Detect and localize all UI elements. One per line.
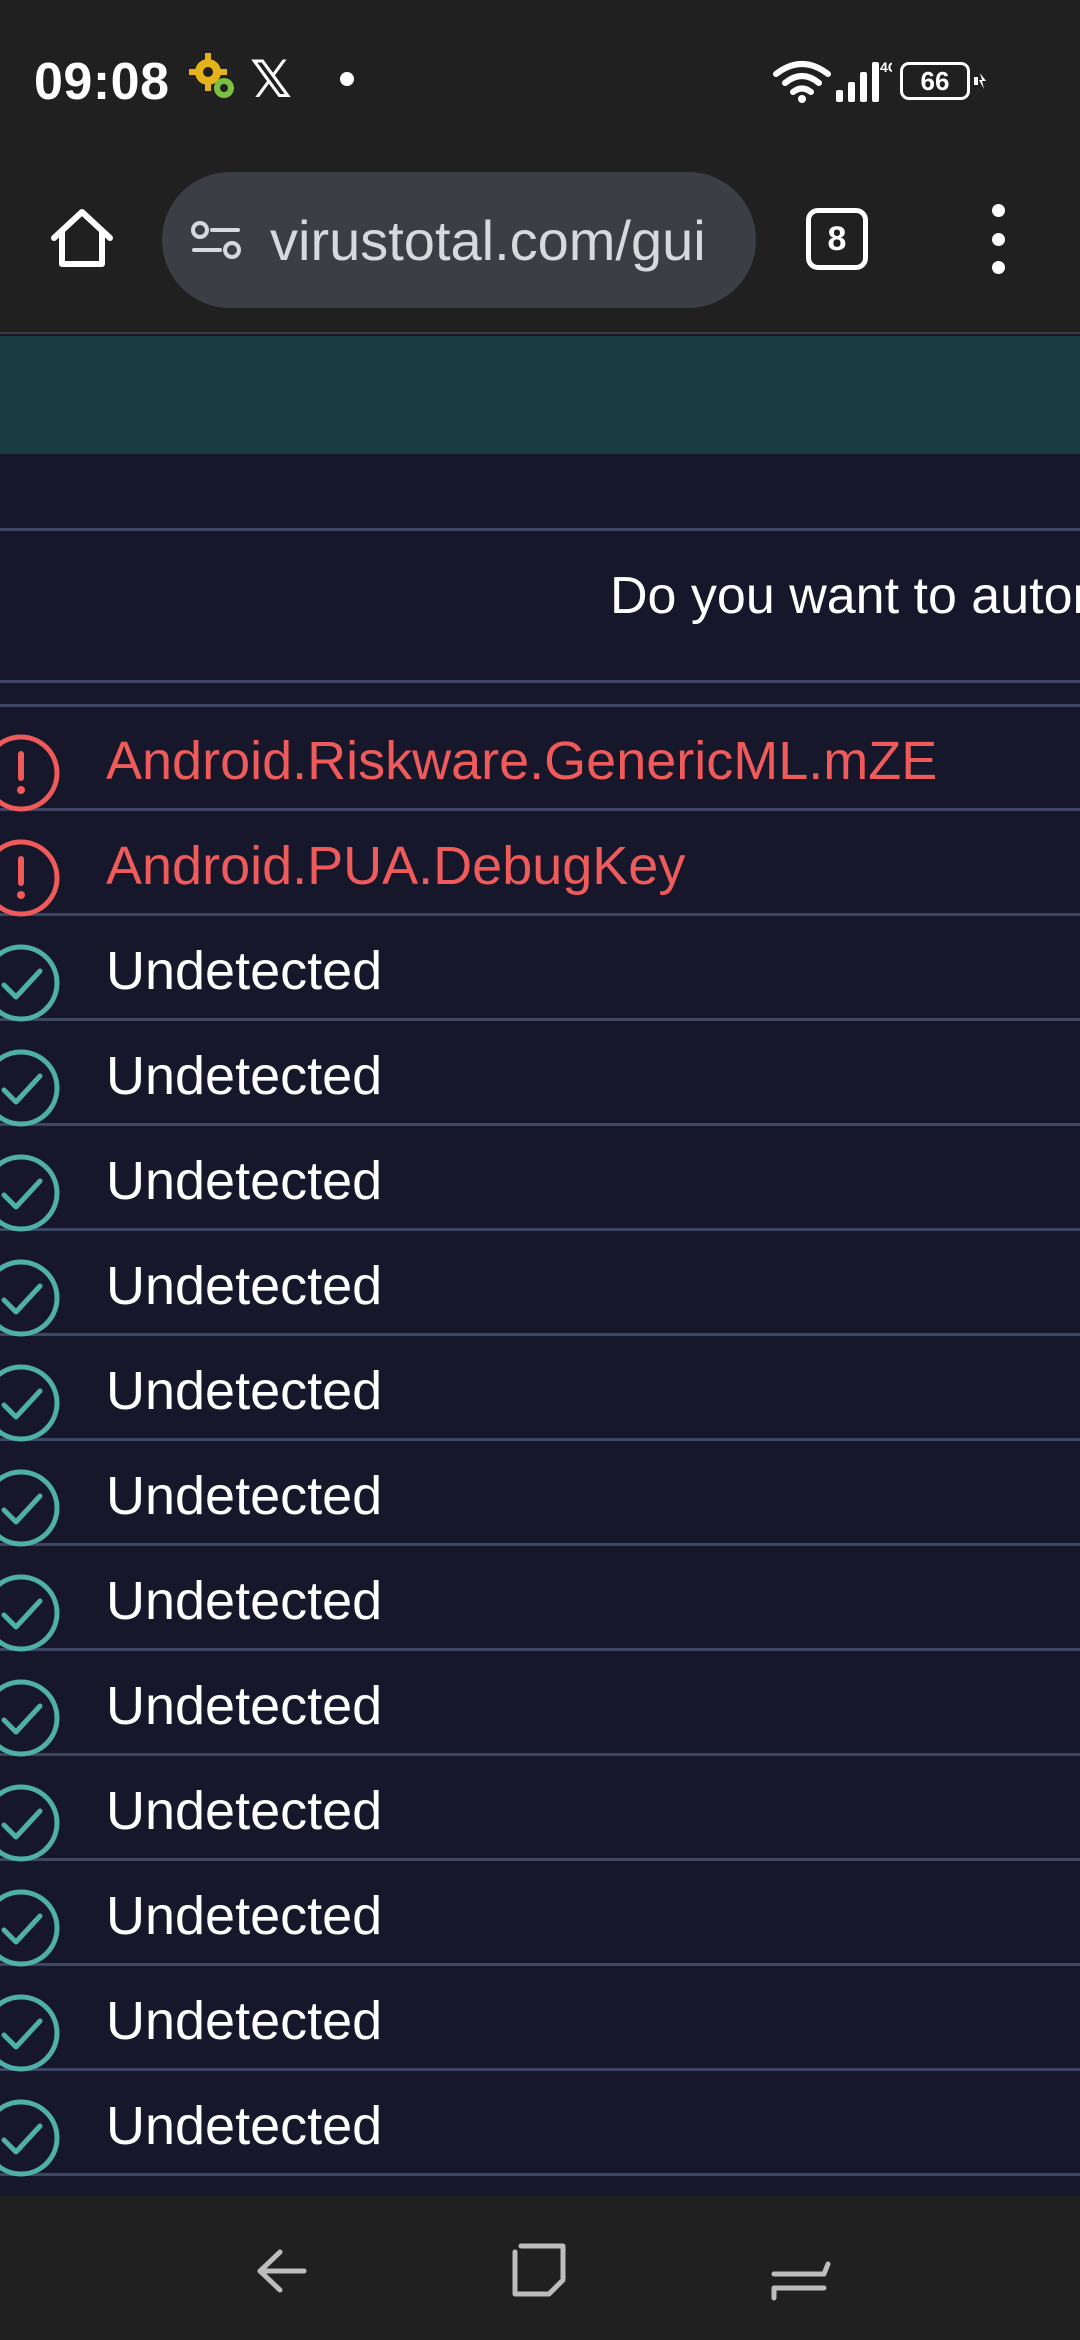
undetected-label: Undetected [106, 1571, 383, 1631]
check-icon [0, 1364, 60, 1442]
result-row: Undetected [0, 1966, 1080, 2072]
charging-icon [974, 73, 986, 89]
home-icon[interactable] [46, 202, 118, 274]
result-row: Undetected [0, 1546, 1080, 1652]
undetected-label: Undetected [106, 1256, 383, 1316]
result-row: Undetected [0, 1021, 1080, 1127]
home-square-icon[interactable] [505, 2236, 575, 2306]
check-icon [0, 2099, 60, 2177]
x-app-icon: 𝕏 [250, 51, 292, 109]
network-type: 4G [880, 59, 892, 75]
automation-prompt: Do you want to automate checks? [610, 567, 1080, 625]
result-row: Android.Riskware.GenericML.mZE [0, 706, 1080, 812]
undetected-label: Undetected [106, 1361, 383, 1421]
result-row: Android.PUA.DebugKey [0, 811, 1080, 917]
battery-level: 66 [920, 65, 950, 96]
signal-icon: 4G [836, 59, 892, 102]
url-text[interactable]: virustotal.com/gui [270, 208, 740, 273]
detection-label: Android.PUA.DebugKey [106, 836, 686, 896]
recents-icon[interactable] [766, 2236, 836, 2306]
divider [0, 680, 1080, 683]
alert-icon [0, 734, 60, 812]
automation-prompt-row: Do you want to automate checks? [0, 530, 1080, 680]
result-row: Undetected [0, 1756, 1080, 1862]
result-row: Undetected [0, 916, 1080, 1022]
result-row: Undetected [0, 1231, 1080, 1337]
status-bar: 09:08 𝕏 4G 66 [0, 0, 1080, 160]
result-row: Undetected [0, 2071, 1080, 2177]
check-icon [0, 1259, 60, 1337]
undetected-label: Undetected [106, 1676, 383, 1736]
browser-toolbar: virustotal.com/gui 8 [0, 160, 1080, 334]
status-indicators: 4G 66 [772, 56, 988, 106]
result-row: Undetected [0, 1651, 1080, 1757]
tab-switcher-button[interactable]: 8 [806, 208, 868, 270]
more-options-icon[interactable] [978, 204, 1018, 274]
address-bar[interactable]: virustotal.com/gui [162, 172, 756, 308]
undetected-label: Undetected [106, 1781, 383, 1841]
check-icon [0, 1049, 60, 1127]
back-icon[interactable] [244, 2236, 314, 2306]
result-row: Undetected [0, 1336, 1080, 1442]
undetected-label: Undetected [106, 941, 383, 1001]
result-row: Undetected [0, 1441, 1080, 1547]
check-icon [0, 1574, 60, 1652]
check-icon [0, 1889, 60, 1967]
navigation-bar [0, 2196, 1080, 2340]
status-time: 09:08 [34, 53, 170, 111]
check-icon [0, 1994, 60, 2072]
check-icon [0, 1784, 60, 1862]
page-content: Do you want to automate checks? Android.… [0, 336, 1080, 2196]
header-banner [0, 336, 1080, 454]
check-icon [0, 1154, 60, 1232]
undetected-label: Undetected [106, 2096, 383, 2156]
undetected-label: Undetected [106, 1886, 383, 1946]
undetected-label: Undetected [106, 1991, 383, 2051]
site-settings-icon[interactable] [188, 218, 244, 262]
gear-notification-icon [189, 53, 234, 98]
notification-dot [340, 72, 354, 86]
check-icon [0, 1469, 60, 1547]
undetected-label: Undetected [106, 1151, 383, 1211]
alert-icon [0, 839, 60, 917]
detection-label: Android.Riskware.GenericML.mZE [106, 731, 938, 791]
wifi-icon [773, 61, 831, 103]
result-row: Undetected [0, 1126, 1080, 1232]
check-icon [0, 1679, 60, 1757]
undetected-label: Undetected [106, 1466, 383, 1526]
result-row: Undetected [0, 1861, 1080, 1967]
battery-icon: 66 [900, 62, 970, 100]
tab-count: 8 [827, 219, 847, 258]
undetected-label: Undetected [106, 1046, 383, 1106]
check-icon [0, 944, 60, 1022]
